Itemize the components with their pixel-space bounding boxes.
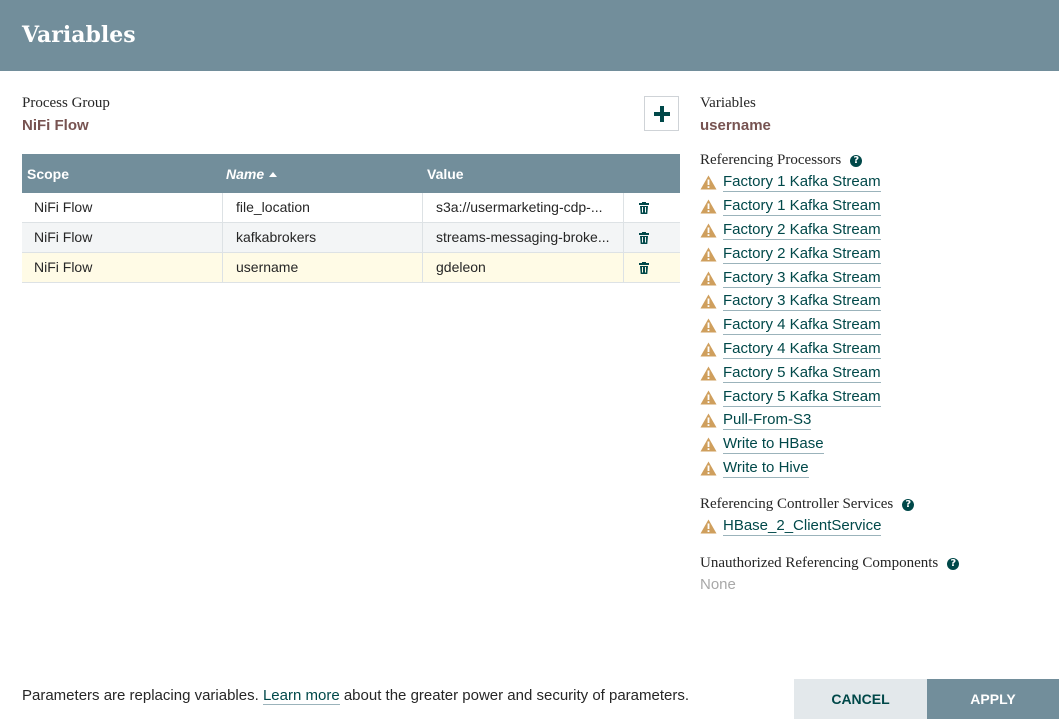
process-group-name: NiFi Flow [22,117,89,134]
column-header-value[interactable]: Value [427,166,464,182]
dialog-header: Variables [0,0,1059,71]
warning-icon [700,271,717,286]
referencing-processor-item-link[interactable]: Write to HBase [723,435,824,455]
cell-value[interactable]: s3a://usermarketing-cdp-... [422,193,623,223]
table-row[interactable]: NiFi Flow file_location s3a://usermarket… [22,193,680,223]
referencing-service-item: HBase_2_ClientService [700,515,1050,539]
sort-ascending-icon [269,172,278,177]
referencing-processor-item-link[interactable]: Factory 2 Kafka Stream [723,245,881,264]
column-header-name[interactable]: Name [226,166,278,182]
referencing-processor-item: Write to HBase [700,433,1050,457]
cell-value[interactable]: gdeleon [422,253,623,283]
question-circle-icon[interactable]: ? [947,558,960,570]
warning-icon [700,437,717,452]
apply-button[interactable]: APPLY [927,679,1059,719]
referencing-processor-item: Factory 5 Kafka Stream [700,385,1050,409]
dialog-title: Variables [22,22,136,48]
referencing-processor-item: Write to Hive [700,457,1050,481]
referencing-processor-item: Factory 3 Kafka Stream [700,266,1050,290]
notice-text-before: Parameters are replacing variables. [22,687,263,704]
unauthorized-components-label: Unauthorized Referencing Components [700,555,939,571]
plus-icon [653,105,670,122]
referencing-processors-label: Referencing Processors [700,152,842,168]
referencing-processor-item: Factory 2 Kafka Stream [700,242,1050,266]
question-circle-icon[interactable]: ? [850,155,863,167]
referencing-processor-item-link[interactable]: Factory 4 Kafka Stream [723,340,881,359]
referencing-processor-item-link[interactable]: Factory 5 Kafka Stream [723,388,881,407]
trash-icon [639,262,649,274]
selected-variable-name: username [700,117,771,134]
warning-icon [700,461,717,476]
cell-scope: NiFi Flow [34,259,93,275]
referencing-processor-item-link[interactable]: Pull-From-S3 [723,411,812,431]
referencing-processor-item-link[interactable]: Factory 1 Kafka Stream [723,173,881,193]
add-variable-button[interactable] [644,96,679,131]
referencing-controller-services-label: Referencing Controller Services [700,496,894,512]
referencing-processor-item: Factory 1 Kafka Stream [700,195,1050,219]
delete-variable-button[interactable] [623,253,680,283]
referencing-processor-item-link[interactable]: Factory 2 Kafka Stream [723,221,881,240]
learn-more-link[interactable]: Learn more [262,687,340,705]
column-header-name-label: Name [226,166,265,182]
referencing-processor-item-link[interactable]: Factory 3 Kafka Stream [723,269,881,288]
warning-icon [700,519,717,534]
warning-icon [700,175,717,190]
variables-table: Scope Name Value NiFi Flow file_location… [22,154,680,283]
referencing-controller-services-section: Referencing Controller Services? HBase_2… [700,496,1050,539]
cell-name: kafkabrokers [222,223,423,253]
unauthorized-components-value: None [700,576,736,593]
cell-scope: NiFi Flow [34,199,93,215]
cancel-button[interactable]: CANCEL [794,679,927,719]
referencing-processor-item: Factory 4 Kafka Stream [700,314,1050,338]
referencing-processor-item-link[interactable]: Factory 4 Kafka Stream [723,316,881,336]
delete-variable-button[interactable] [623,193,680,223]
referencing-processor-item-link[interactable]: Write to Hive [723,459,809,478]
referencing-processor-item: Factory 3 Kafka Stream [700,290,1050,314]
referencing-processors-list: Factory 1 Kafka Stream Factory 1 Kafka St… [700,171,1050,480]
referencing-processor-item: Pull-From-S3 [700,409,1050,433]
warning-icon [700,247,717,262]
variable-details-panel: Variables username [700,95,1050,134]
delete-variable-button[interactable] [623,223,680,253]
parameters-notice: Parameters are replacing variables. Lear… [22,687,690,705]
table-row[interactable]: NiFi Flow kafkabrokers streams-messaging… [22,223,680,253]
cell-name: file_location [222,193,423,223]
variables-label: Variables [700,95,756,111]
trash-icon [639,232,649,244]
table-header: Scope Name Value [22,154,680,193]
referencing-processors-heading: Referencing Processors? [700,152,1050,169]
warning-icon [700,294,717,309]
unauthorized-components-heading: Unauthorized Referencing Components? [700,555,1050,572]
table-row-selected[interactable]: NiFi Flow username gdeleon [22,253,680,283]
warning-icon [700,223,717,238]
warning-icon [700,318,717,333]
referencing-processor-item-link[interactable]: Factory 3 Kafka Stream [723,292,881,312]
cell-scope: NiFi Flow [34,229,93,245]
warning-icon [700,199,717,214]
referencing-service-item-link[interactable]: HBase_2_ClientService [723,517,882,537]
referencing-processor-item: Factory 1 Kafka Stream [700,171,1050,195]
column-header-scope[interactable]: Scope [27,166,69,182]
warning-icon [700,342,717,357]
warning-icon [700,413,717,428]
unauthorized-components-section: Unauthorized Referencing Components? Non… [700,555,1050,593]
trash-icon [639,202,649,214]
referencing-processor-item-link[interactable]: Factory 1 Kafka Stream [723,197,881,217]
cell-name: username [222,253,423,283]
referencing-processor-item: Factory 5 Kafka Stream [700,361,1050,385]
question-circle-icon[interactable]: ? [902,499,915,511]
warning-icon [700,366,717,381]
process-group-label: Process Group [22,95,110,111]
referencing-processor-item-link[interactable]: Factory 5 Kafka Stream [723,364,881,383]
referencing-processors-section: Referencing Processors? Factory 1 Kafka … [700,152,1050,480]
warning-icon [700,390,717,405]
referencing-controller-services-list: HBase_2_ClientService [700,515,1050,539]
referencing-processor-item: Factory 4 Kafka Stream [700,338,1050,362]
referencing-processor-item: Factory 2 Kafka Stream [700,219,1050,243]
notice-text-after: about the greater power and security of … [339,687,690,704]
cell-value[interactable]: streams-messaging-broke... [422,223,623,253]
referencing-controller-services-heading: Referencing Controller Services? [700,496,1050,513]
